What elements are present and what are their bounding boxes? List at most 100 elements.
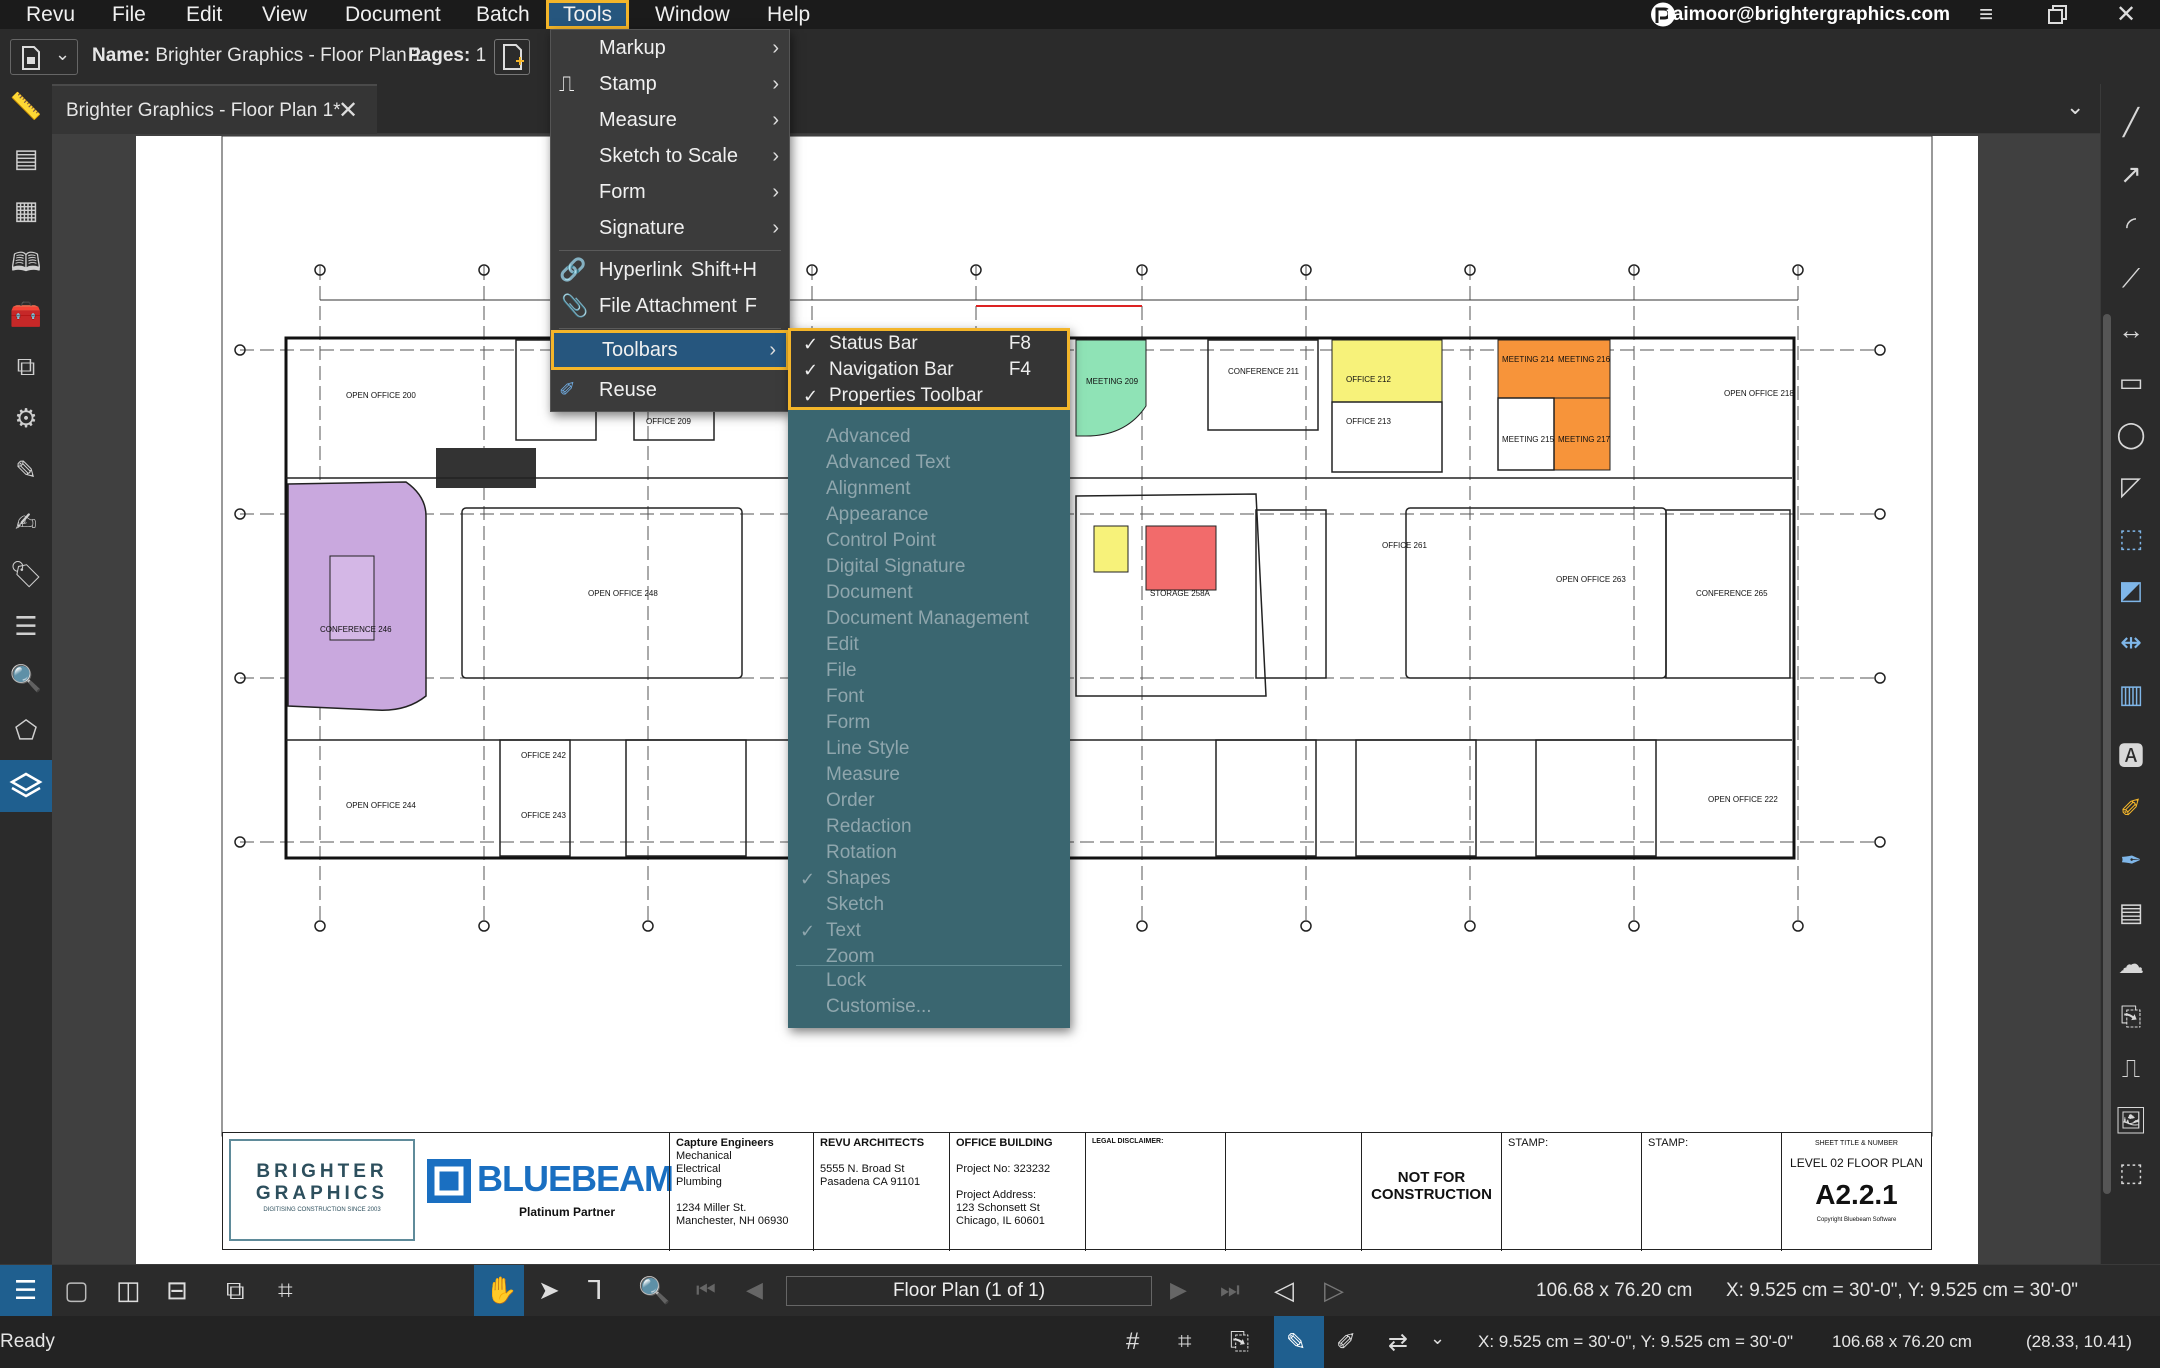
split-vertical-icon[interactable]: ◫ xyxy=(116,1275,141,1306)
toolbar-customise[interactable]: Customise... xyxy=(788,994,1070,1020)
menu-item-file-attachment[interactable]: 📎 File Attachment F xyxy=(551,288,789,324)
menu-item-sketch-to-scale[interactable]: Sketch to Scale › xyxy=(551,138,789,174)
toolbar-item-document[interactable]: Document xyxy=(788,580,1070,606)
line-tool-icon[interactable]: ╱ xyxy=(2113,104,2149,140)
tags-icon[interactable]: 🏷 xyxy=(8,556,44,592)
snap-to-markup-button[interactable]: ✎ xyxy=(1274,1316,1324,1368)
select-text-icon[interactable]: Ꞁ xyxy=(588,1275,603,1306)
reuse-markup-icon[interactable]: ✐ xyxy=(1336,1328,1356,1357)
page-selector[interactable]: Floor Plan (1 of 1) xyxy=(786,1276,1152,1306)
last-page-icon[interactable]: ⏭ xyxy=(1220,1277,1240,1303)
previous-page-icon[interactable]: ◀ xyxy=(746,1277,763,1303)
cloud-tool-icon[interactable]: ☁ xyxy=(2113,946,2149,982)
grid-icon[interactable]: # xyxy=(1126,1328,1139,1356)
menu-view[interactable]: View xyxy=(262,0,307,29)
toolbar-item-redaction[interactable]: Redaction xyxy=(788,814,1070,840)
menu-item-toolbars[interactable]: Toolbars › xyxy=(551,330,789,370)
toolbar-navigation-bar[interactable]: ✓ Navigation Bar F4 xyxy=(791,357,1067,383)
menu-tools[interactable]: Tools xyxy=(546,0,630,29)
snap-to-content-icon[interactable]: ⎘ xyxy=(1230,1328,1249,1356)
snapshot-tool-icon[interactable]: ⬚ xyxy=(2113,1154,2149,1190)
layers-panel-button[interactable] xyxy=(0,760,52,812)
next-page-icon[interactable]: ▶ xyxy=(1170,1277,1187,1303)
toolbar-item-edit[interactable]: Edit xyxy=(788,632,1070,658)
stamp-tool-icon[interactable]: ⎍ xyxy=(2113,1050,2149,1086)
menu-batch[interactable]: Batch xyxy=(476,0,530,29)
count-measure-icon[interactable]: ▥ xyxy=(2113,676,2149,712)
menu-item-signature[interactable]: Signature › xyxy=(551,210,789,246)
arc-tool-icon[interactable]: ◜ xyxy=(2113,208,2149,244)
toolbar-item-document-management[interactable]: Document Management xyxy=(788,606,1070,632)
compare-documents-icon[interactable]: ⧉ xyxy=(226,1275,245,1307)
search-icon[interactable]: 🔍 xyxy=(8,660,44,696)
polyline-tool-icon[interactable]: ⟋ xyxy=(2113,260,2149,296)
hamburger-icon[interactable]: ≡ xyxy=(1966,0,2006,29)
list-view-button[interactable]: ☰ xyxy=(0,1265,52,1317)
menu-revu[interactable]: Revu xyxy=(26,0,75,29)
perimeter-measure-icon[interactable]: ◩ xyxy=(2113,572,2149,608)
split-horizontal-icon[interactable]: ⊟ xyxy=(166,1275,188,1306)
toolbar-item-sketch[interactable]: Sketch xyxy=(788,892,1070,918)
next-view-icon[interactable]: ▷ xyxy=(1324,1275,1344,1306)
toolbar-item-font[interactable]: Font xyxy=(788,684,1070,710)
note-tool-icon[interactable]: ⎘ xyxy=(2113,998,2149,1034)
area-measure-icon[interactable]: ⬚ xyxy=(2113,520,2149,556)
toolbar-item-text[interactable]: ✓ Text xyxy=(788,918,1070,944)
add-page-button[interactable] xyxy=(494,39,530,75)
menu-file[interactable]: File xyxy=(112,0,146,29)
select-arrow-icon[interactable]: ➤ xyxy=(538,1275,560,1306)
ellipse-tool-icon[interactable]: ◯ xyxy=(2113,416,2149,452)
measurements-icon[interactable]: ⬠ xyxy=(8,712,44,748)
image-tool-icon[interactable]: 🖼 xyxy=(2113,1102,2149,1138)
toolbar-item-order[interactable]: Order xyxy=(788,788,1070,814)
file-access-icon[interactable]: ▤ xyxy=(8,140,44,176)
settings-gear-icon[interactable]: ⚙ xyxy=(8,400,44,436)
toolbar-item-form[interactable]: Form xyxy=(788,710,1070,736)
toolbar-item-line-style[interactable]: Line Style xyxy=(788,736,1070,762)
arrow-tool-icon[interactable]: ↗ xyxy=(2113,156,2149,192)
markups-list-icon[interactable]: ✎ xyxy=(8,452,44,488)
highlighter-tool-icon[interactable]: ✐ xyxy=(2113,790,2149,826)
thumbnails-icon[interactable]: ▦ xyxy=(8,192,44,228)
menu-help[interactable]: Help xyxy=(767,0,810,29)
properties-icon[interactable]: ⧉ xyxy=(8,348,44,384)
toolbar-status-bar[interactable]: ✓ Status Bar F8 xyxy=(791,331,1067,357)
toolbar-item-file[interactable]: File xyxy=(788,658,1070,684)
toolbar-item-zoom[interactable]: Zoom xyxy=(788,944,1070,970)
toolchest-icon[interactable]: 🧰 xyxy=(8,296,44,332)
length-measure-icon[interactable]: ⇹ xyxy=(2113,624,2149,660)
menu-edit[interactable]: Edit xyxy=(186,0,222,29)
restore-window-icon[interactable] xyxy=(2038,0,2078,29)
menu-item-hyperlink[interactable]: 🔗 Hyperlink Shift+H xyxy=(551,252,789,288)
close-window-icon[interactable]: ✕ xyxy=(2106,0,2146,29)
right-scrollbar[interactable] xyxy=(2103,314,2111,1194)
toolbar-item-advanced-text[interactable]: Advanced Text xyxy=(788,450,1070,476)
menu-item-form[interactable]: Form › xyxy=(551,174,789,210)
menu-document[interactable]: Document xyxy=(345,0,441,29)
menu-item-stamp[interactable]: ⎍ Stamp › xyxy=(551,66,789,102)
close-tab-icon[interactable]: ✕ xyxy=(338,96,358,125)
toolbar-item-shapes[interactable]: ✓ Shapes xyxy=(788,866,1070,892)
menu-item-markup[interactable]: Markup › xyxy=(551,30,789,66)
tab-list-chevron-icon[interactable]: ⌄ xyxy=(2066,94,2084,120)
toolbar-lock[interactable]: Lock xyxy=(788,968,1070,994)
toolbar-item-digital-signature[interactable]: Digital Signature xyxy=(788,554,1070,580)
user-email[interactable]: taimoor@brightergraphics.com xyxy=(1666,0,1950,29)
pan-tool-button[interactable]: ✋ xyxy=(474,1265,524,1317)
snap-to-grid-icon[interactable]: ⌗ xyxy=(1178,1328,1192,1356)
toolbar-item-rotation[interactable]: Rotation xyxy=(788,840,1070,866)
dimension-tool-icon[interactable]: ↔ xyxy=(2113,312,2149,348)
toolbar-item-appearance[interactable]: Appearance xyxy=(788,502,1070,528)
ruler-icon[interactable]: 📏 xyxy=(8,88,44,124)
menu-window[interactable]: Window xyxy=(655,0,730,29)
toolbar-properties[interactable]: ✓ Properties Toolbar xyxy=(791,383,1067,409)
toolbar-item-advanced[interactable]: Advanced xyxy=(788,424,1070,450)
toolbar-item-alignment[interactable]: Alignment xyxy=(788,476,1070,502)
zoom-icon[interactable]: 🔍 xyxy=(638,1275,670,1306)
menu-item-reuse[interactable]: ✐ Reuse xyxy=(551,372,789,408)
sync-dropdown-chevron-icon[interactable]: ⌄ xyxy=(1430,1328,1445,1349)
toolbar-item-control-point[interactable]: Control Point xyxy=(788,528,1070,554)
callout-tool-icon[interactable]: ▤ xyxy=(2113,894,2149,930)
sets-icon[interactable]: ☰ xyxy=(8,608,44,644)
single-page-icon[interactable]: ▢ xyxy=(64,1275,89,1306)
